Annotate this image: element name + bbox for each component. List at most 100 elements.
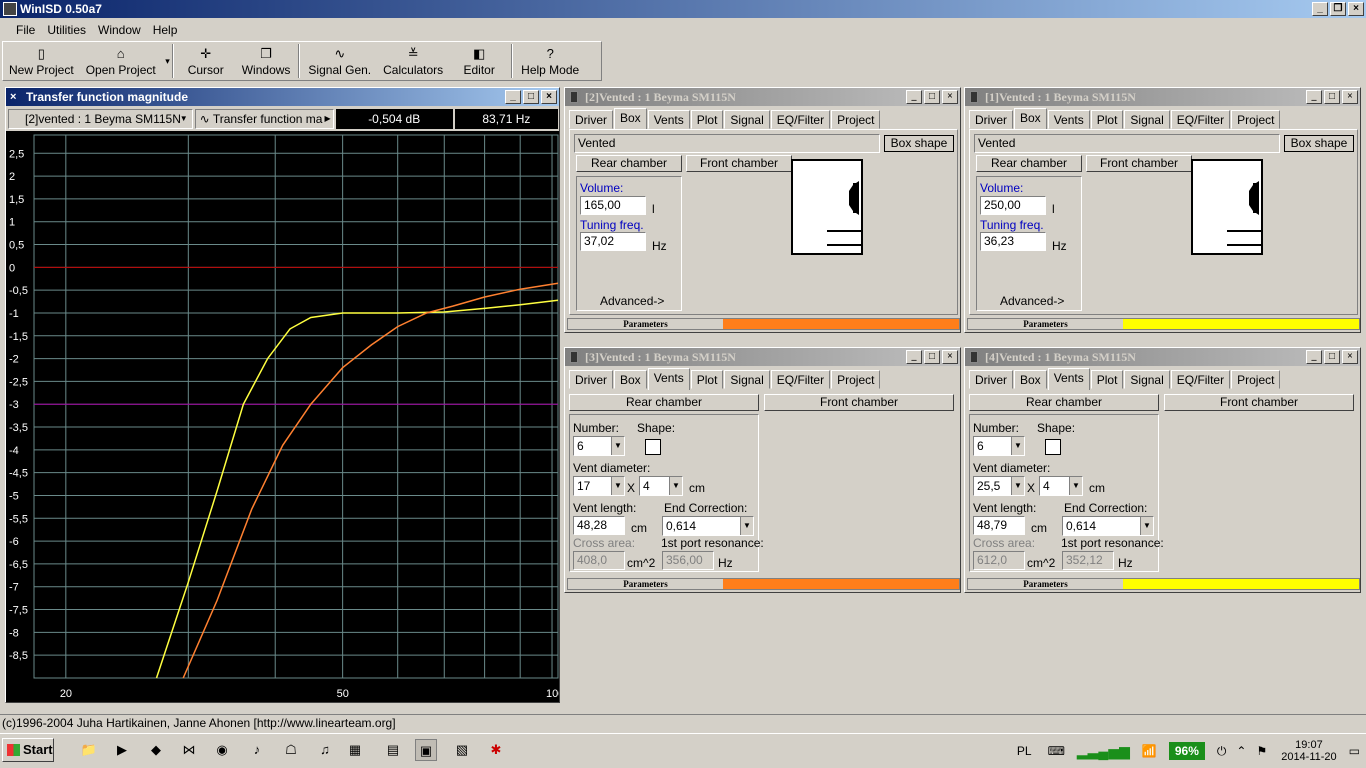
- clock[interactable]: 19:07 2014-11-20: [1273, 739, 1344, 763]
- box-window-2-minimize-button[interactable]: _: [1306, 90, 1322, 104]
- menu-window[interactable]: Window: [92, 20, 147, 40]
- rear-chamber-button[interactable]: Rear chamber: [576, 155, 682, 172]
- box-shape-button[interactable]: Box shape: [1284, 135, 1354, 152]
- box-window-1-tab-signal[interactable]: Signal: [724, 110, 770, 129]
- box-window-1-maximize-button[interactable]: □: [924, 90, 940, 104]
- vent-window-2-tab-eq-filter[interactable]: EQ/Filter: [1170, 370, 1231, 389]
- vent-length-input[interactable]: 48,28: [573, 516, 625, 535]
- keyboard-icon[interactable]: ⌨: [1042, 744, 1071, 758]
- wifi-icon[interactable]: 📶: [1136, 744, 1163, 758]
- graph-minimize-button[interactable]: _: [505, 90, 521, 104]
- parameters-bar[interactable]: Parameters: [567, 578, 960, 590]
- parameters-bar[interactable]: Parameters: [567, 318, 960, 330]
- vent-window-1-tab-vents[interactable]: Vents: [647, 368, 690, 390]
- media-player-icon[interactable]: ▶: [111, 739, 133, 761]
- app-icon-2[interactable]: ☖: [280, 739, 302, 761]
- plot-type-select[interactable]: ∿ Transfer function ma ▶: [194, 109, 334, 129]
- chrome-icon[interactable]: ◉: [211, 739, 233, 761]
- toolbar-button-signal-gen[interactable]: ∿ Signal Gen.: [302, 42, 377, 80]
- box-window-2-close-button[interactable]: ×: [1342, 90, 1358, 104]
- box-window-1-tab-project[interactable]: Project: [831, 110, 881, 129]
- toolbar-button-cursor[interactable]: ✛ Cursor: [176, 42, 236, 80]
- toolbar-button-help-mode[interactable]: ? Help Mode: [515, 42, 585, 80]
- box-window-2-tab-driver[interactable]: Driver: [969, 110, 1013, 129]
- vent-window-2-minimize-button[interactable]: _: [1306, 350, 1322, 364]
- end-correction-select[interactable]: 0,614 ▼: [662, 516, 754, 536]
- rear-chamber-button[interactable]: Rear chamber: [969, 394, 1159, 411]
- menu-file[interactable]: File: [10, 20, 41, 40]
- number-select[interactable]: 6 ▼: [973, 436, 1025, 456]
- box-window-2-tab-eq-filter[interactable]: EQ/Filter: [1170, 110, 1231, 129]
- toolbar-button-editor[interactable]: ◧ Editor: [449, 42, 509, 80]
- vent-window-2-maximize-button[interactable]: □: [1324, 350, 1340, 364]
- plot-area[interactable]: 2,5 2 1,5 1 0,5 0 -0,5 -1 -1,5 -2 -2,5 -3 -3,5 -4 -4,5…: [6, 131, 559, 702]
- winisd-taskbar-icon[interactable]: ▣: [415, 739, 437, 761]
- tuning-input[interactable]: 36,23: [980, 232, 1046, 251]
- box-window-2-maximize-button[interactable]: □: [1324, 90, 1340, 104]
- menu-utilities[interactable]: Utilities: [41, 20, 92, 40]
- app-icon-1[interactable]: ◆: [145, 739, 167, 761]
- volume-input[interactable]: 165,00: [580, 196, 646, 215]
- box-window-2-tab-plot[interactable]: Plot: [1090, 110, 1124, 129]
- vent-window-1-tab-plot[interactable]: Plot: [690, 370, 724, 389]
- box-window-1-minimize-button[interactable]: _: [906, 90, 922, 104]
- front-chamber-button[interactable]: Front chamber: [1086, 155, 1192, 172]
- box-type-field[interactable]: Vented: [974, 134, 1280, 153]
- tuning-input[interactable]: 37,02: [580, 232, 646, 251]
- box-window-2-tab-vents[interactable]: Vents: [1047, 110, 1090, 129]
- battery-indicator[interactable]: 96%: [1168, 742, 1205, 760]
- power-plug-icon[interactable]: ⏻: [1211, 744, 1233, 759]
- number-select[interactable]: 6 ▼: [573, 436, 625, 456]
- vent-window-2-tab-box[interactable]: Box: [1014, 370, 1047, 389]
- spreadsheet-icon[interactable]: ▦: [344, 739, 366, 761]
- vent-window-1-tab-project[interactable]: Project: [831, 370, 881, 389]
- vent-window-2-close-button[interactable]: ×: [1342, 350, 1358, 364]
- advanced-button[interactable]: Advanced->: [1000, 294, 1064, 308]
- box-window-2-tab-box[interactable]: Box: [1014, 108, 1047, 130]
- visual-studio-icon[interactable]: ⋈: [178, 739, 200, 761]
- rear-chamber-button[interactable]: Rear chamber: [569, 394, 759, 411]
- box-window-2-tab-signal[interactable]: Signal: [1124, 110, 1170, 129]
- vent-window-1-minimize-button[interactable]: _: [906, 350, 922, 364]
- front-chamber-button[interactable]: Front chamber: [1164, 394, 1354, 411]
- vent-window-2-tab-vents[interactable]: Vents: [1047, 368, 1090, 390]
- graph-close-button[interactable]: ×: [541, 90, 557, 104]
- rear-chamber-button[interactable]: Rear chamber: [976, 155, 1082, 172]
- pdf-icon[interactable]: ▧: [451, 739, 473, 761]
- document-icon[interactable]: ▤: [382, 739, 404, 761]
- start-button[interactable]: Start: [2, 738, 54, 762]
- explorer-icon[interactable]: 📁: [78, 739, 100, 761]
- show-desktop-icon[interactable]: ▭: [1345, 744, 1364, 758]
- mp3-icon[interactable]: ♪: [246, 739, 268, 761]
- vent-window-2-tab-driver[interactable]: Driver: [969, 370, 1013, 389]
- vent-window-2-tab-plot[interactable]: Plot: [1090, 370, 1124, 389]
- box-window-1-tab-plot[interactable]: Plot: [690, 110, 724, 129]
- minimize-button[interactable]: _: [1312, 2, 1328, 16]
- vent-window-1-maximize-button[interactable]: □: [924, 350, 940, 364]
- box-window-1-tab-driver[interactable]: Driver: [569, 110, 613, 129]
- parameters-bar[interactable]: Parameters: [967, 578, 1360, 590]
- vent-window-1-close-button[interactable]: ×: [942, 350, 958, 364]
- dropdown-arrow-icon[interactable]: ▾: [165, 56, 170, 67]
- vent-shape-square-icon[interactable]: [1045, 439, 1061, 455]
- advanced-button[interactable]: Advanced->: [600, 294, 664, 308]
- flag-icon[interactable]: ⚑: [1250, 744, 1273, 758]
- box-shape-button[interactable]: Box shape: [884, 135, 954, 152]
- show-hidden-icons[interactable]: ⌃: [1232, 744, 1250, 758]
- vent-count-select[interactable]: 4 ▼: [639, 476, 683, 496]
- vent-window-2-tab-project[interactable]: Project: [1231, 370, 1281, 389]
- box-type-field[interactable]: Vented: [574, 134, 880, 153]
- box-window-1-close-button[interactable]: ×: [942, 90, 958, 104]
- box-window-2-tab-project[interactable]: Project: [1231, 110, 1281, 129]
- vent-count-select[interactable]: 4 ▼: [1039, 476, 1083, 496]
- toolbar-button-new-project[interactable]: ▯ New Project: [3, 42, 80, 80]
- volume-input[interactable]: 250,00: [980, 196, 1046, 215]
- toolbar-button-open-project[interactable]: ⌂ Open Project ▾: [80, 42, 170, 80]
- language-indicator[interactable]: PL: [1007, 744, 1042, 758]
- vent-window-1-tab-driver[interactable]: Driver: [569, 370, 613, 389]
- app-icon-3[interactable]: ✱: [485, 739, 507, 761]
- front-chamber-button[interactable]: Front chamber: [764, 394, 954, 411]
- front-chamber-button[interactable]: Front chamber: [686, 155, 792, 172]
- window-menu-icon[interactable]: ×: [10, 88, 16, 106]
- itunes-icon[interactable]: ♫: [314, 739, 336, 761]
